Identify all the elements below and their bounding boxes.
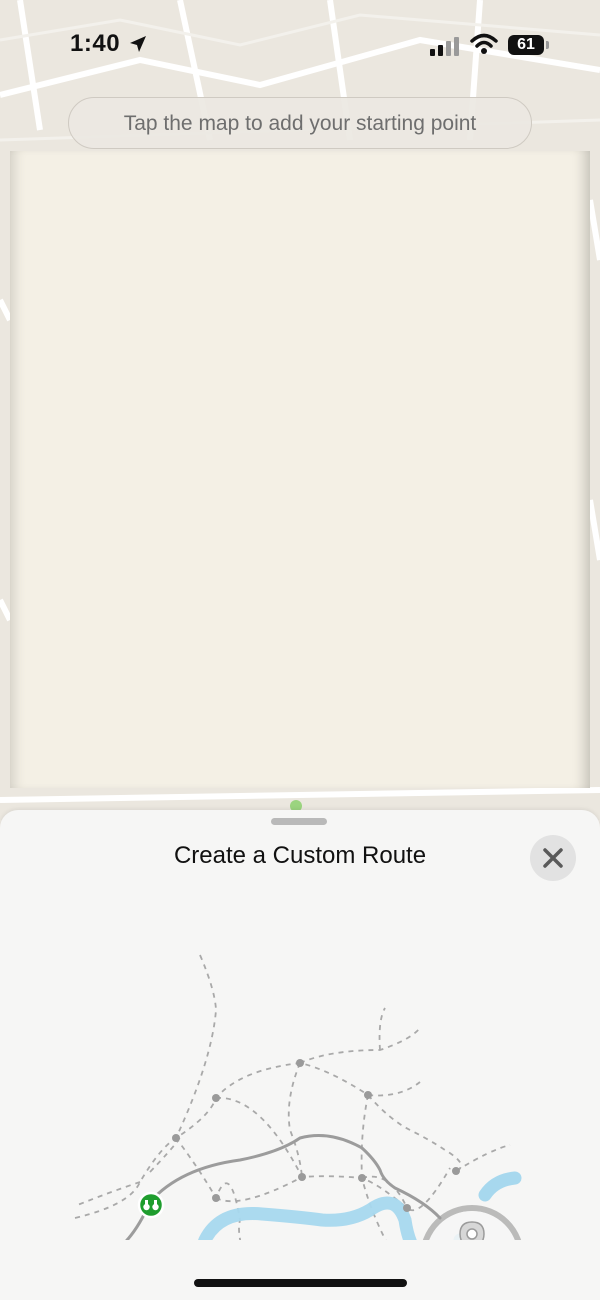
custom-route-sheet: Create a Custom Route: [0, 810, 600, 1300]
wifi-icon: [470, 33, 498, 54]
map-pin-icon: [422, 1205, 522, 1240]
close-button[interactable]: [530, 835, 576, 881]
battery-level: 61: [508, 35, 544, 55]
status-time: 1:40: [70, 30, 121, 57]
binoculars-icon: [137, 1191, 165, 1219]
sheet-grabber[interactable]: [271, 818, 327, 825]
home-indicator[interactable]: [194, 1279, 407, 1287]
map-loading-overlay: [10, 151, 590, 788]
status-bar: 1:40 61: [0, 0, 600, 92]
location-arrow-icon: [130, 36, 146, 52]
close-icon: [543, 848, 563, 868]
map-view[interactable]: Tap the map to add your starting point: [0, 0, 600, 820]
route-illustration: [74, 954, 522, 1240]
sheet-title: Create a Custom Route: [173, 842, 427, 869]
starting-point-hint: Tap the map to add your starting point: [68, 97, 532, 149]
battery-tip: [546, 41, 549, 49]
cellular-signal-icon: [430, 37, 459, 56]
